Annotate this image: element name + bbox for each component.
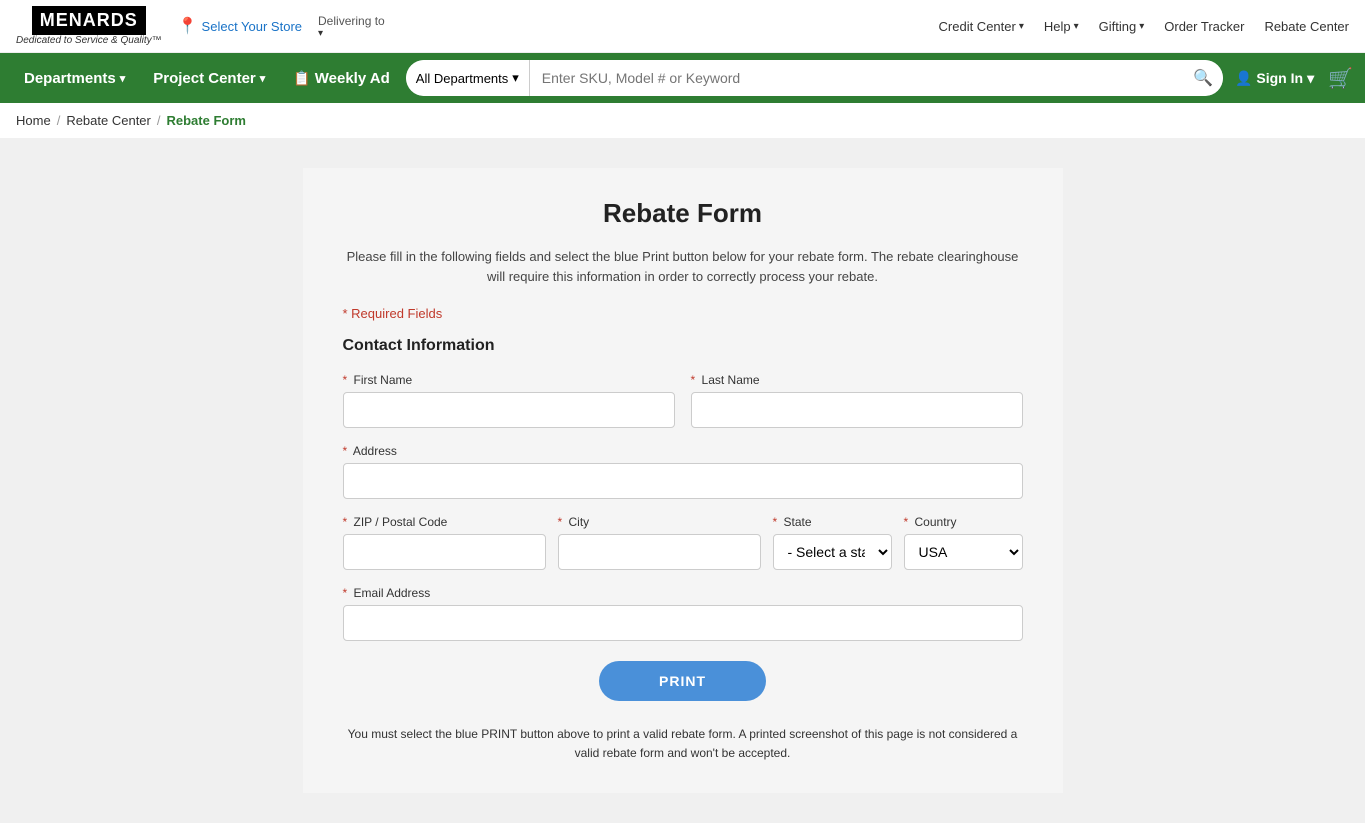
delivering-to-label: Delivering to [318,14,385,28]
city-label: * City [558,515,761,529]
logo-tagline: Dedicated to Service & Quality™ [16,35,162,46]
rebate-center-link[interactable]: Rebate Center [1264,19,1349,34]
top-bar-right: Credit Center ▾ Help ▾ Gifting ▾ Order T… [939,19,1349,34]
credit-center-chevron: ▾ [1019,21,1024,32]
delivering-to[interactable]: Delivering to ▾ [318,14,385,39]
sign-in-chevron: ▾ [1307,70,1314,87]
breadcrumb: Home / Rebate Center / Rebate Form [0,103,1365,138]
sign-in-label: Sign In [1256,70,1303,86]
name-row: * First Name * Last Name [343,373,1023,428]
project-center-label: Project Center [153,70,256,87]
last-name-input[interactable] [691,392,1023,428]
last-name-group: * Last Name [691,373,1023,428]
nav-right: 👤 Sign In ▾ 🛒 [1227,66,1353,91]
zip-group: * ZIP / Postal Code [343,515,546,570]
cart-icon[interactable]: 🛒 [1328,66,1353,91]
logo-text: MENARDS [32,6,146,35]
first-name-label: * First Name [343,373,675,387]
first-name-input[interactable] [343,392,675,428]
top-bar: MENARDS Dedicated to Service & Quality™ … [0,0,1365,53]
main-content: Rebate Form Please fill in the following… [0,138,1365,823]
weekly-ad-nav[interactable]: 📋 Weekly Ad [281,53,401,103]
search-input[interactable] [530,60,1183,96]
weekly-ad-icon: 📋 [293,70,310,87]
sign-in-button[interactable]: 👤 Sign In ▾ [1227,70,1322,87]
top-bar-left: MENARDS Dedicated to Service & Quality™ … [16,6,385,46]
breadcrumb-rebate-center[interactable]: Rebate Center [66,113,151,128]
form-container: Rebate Form Please fill in the following… [303,168,1063,793]
location-icon: 📍 [178,16,198,36]
project-center-nav[interactable]: Project Center ▾ [141,53,277,103]
city-input[interactable] [558,534,761,570]
order-tracker-link[interactable]: Order Tracker [1164,19,1244,34]
email-group: * Email Address [343,586,1023,641]
first-name-group: * First Name [343,373,675,428]
search-category-label: All Departments [416,71,508,86]
breadcrumb-current: Rebate Form [167,113,246,128]
breadcrumb-separator-1: / [57,113,61,128]
country-group: * Country USA [904,515,1023,570]
gifting-chevron: ▾ [1139,21,1144,32]
search-button[interactable]: 🔍 [1183,60,1223,96]
credit-center-link[interactable]: Credit Center ▾ [939,19,1024,34]
country-label: * Country [904,515,1023,529]
address-row: * Address [343,444,1023,499]
nav-bar: Departments ▾ Project Center ▾ 📋 Weekly … [0,53,1365,103]
logo[interactable]: MENARDS Dedicated to Service & Quality™ [16,6,162,46]
state-group: * State - Select a state - [773,515,892,570]
departments-label: Departments [24,70,116,87]
breadcrumb-separator-2: / [157,113,161,128]
state-select[interactable]: - Select a state - [773,534,892,570]
help-link[interactable]: Help ▾ [1044,19,1079,34]
email-label: * Email Address [343,586,1023,600]
breadcrumb-home[interactable]: Home [16,113,51,128]
store-selector[interactable]: 📍 Select Your Store [178,16,302,36]
zip-input[interactable] [343,534,546,570]
form-description: Please fill in the following fields and … [343,247,1023,286]
gifting-link[interactable]: Gifting ▾ [1099,19,1145,34]
departments-nav[interactable]: Departments ▾ [12,53,137,103]
project-center-chevron: ▾ [260,72,266,85]
delivering-chevron: ▾ [318,28,385,39]
store-selector-label: Select Your Store [202,19,302,34]
address-group: * Address [343,444,1023,499]
print-note: You must select the blue PRINT button ab… [343,717,1023,763]
search-bar: All Departments ▾ 🔍 [406,60,1223,96]
form-title: Rebate Form [343,198,1023,229]
zip-label: * ZIP / Postal Code [343,515,546,529]
country-select[interactable]: USA [904,534,1023,570]
search-category-dropdown[interactable]: All Departments ▾ [406,60,530,96]
city-group: * City [558,515,761,570]
address-label: * Address [343,444,1023,458]
print-button[interactable]: PRINT [599,661,766,701]
contact-section-title: Contact Information [343,337,1023,355]
last-name-label: * Last Name [691,373,1023,387]
address-input[interactable] [343,463,1023,499]
email-input[interactable] [343,605,1023,641]
weekly-ad-label: Weekly Ad [315,70,390,87]
search-category-chevron: ▾ [512,70,519,86]
email-row: * Email Address [343,586,1023,641]
required-note: * Required Fields [343,306,1023,321]
departments-chevron: ▾ [120,72,126,85]
state-label: * State [773,515,892,529]
user-icon: 👤 [1235,70,1252,87]
help-chevron: ▾ [1074,21,1079,32]
location-row: * ZIP / Postal Code * City * State - Sel [343,515,1023,570]
search-icon: 🔍 [1193,68,1213,88]
